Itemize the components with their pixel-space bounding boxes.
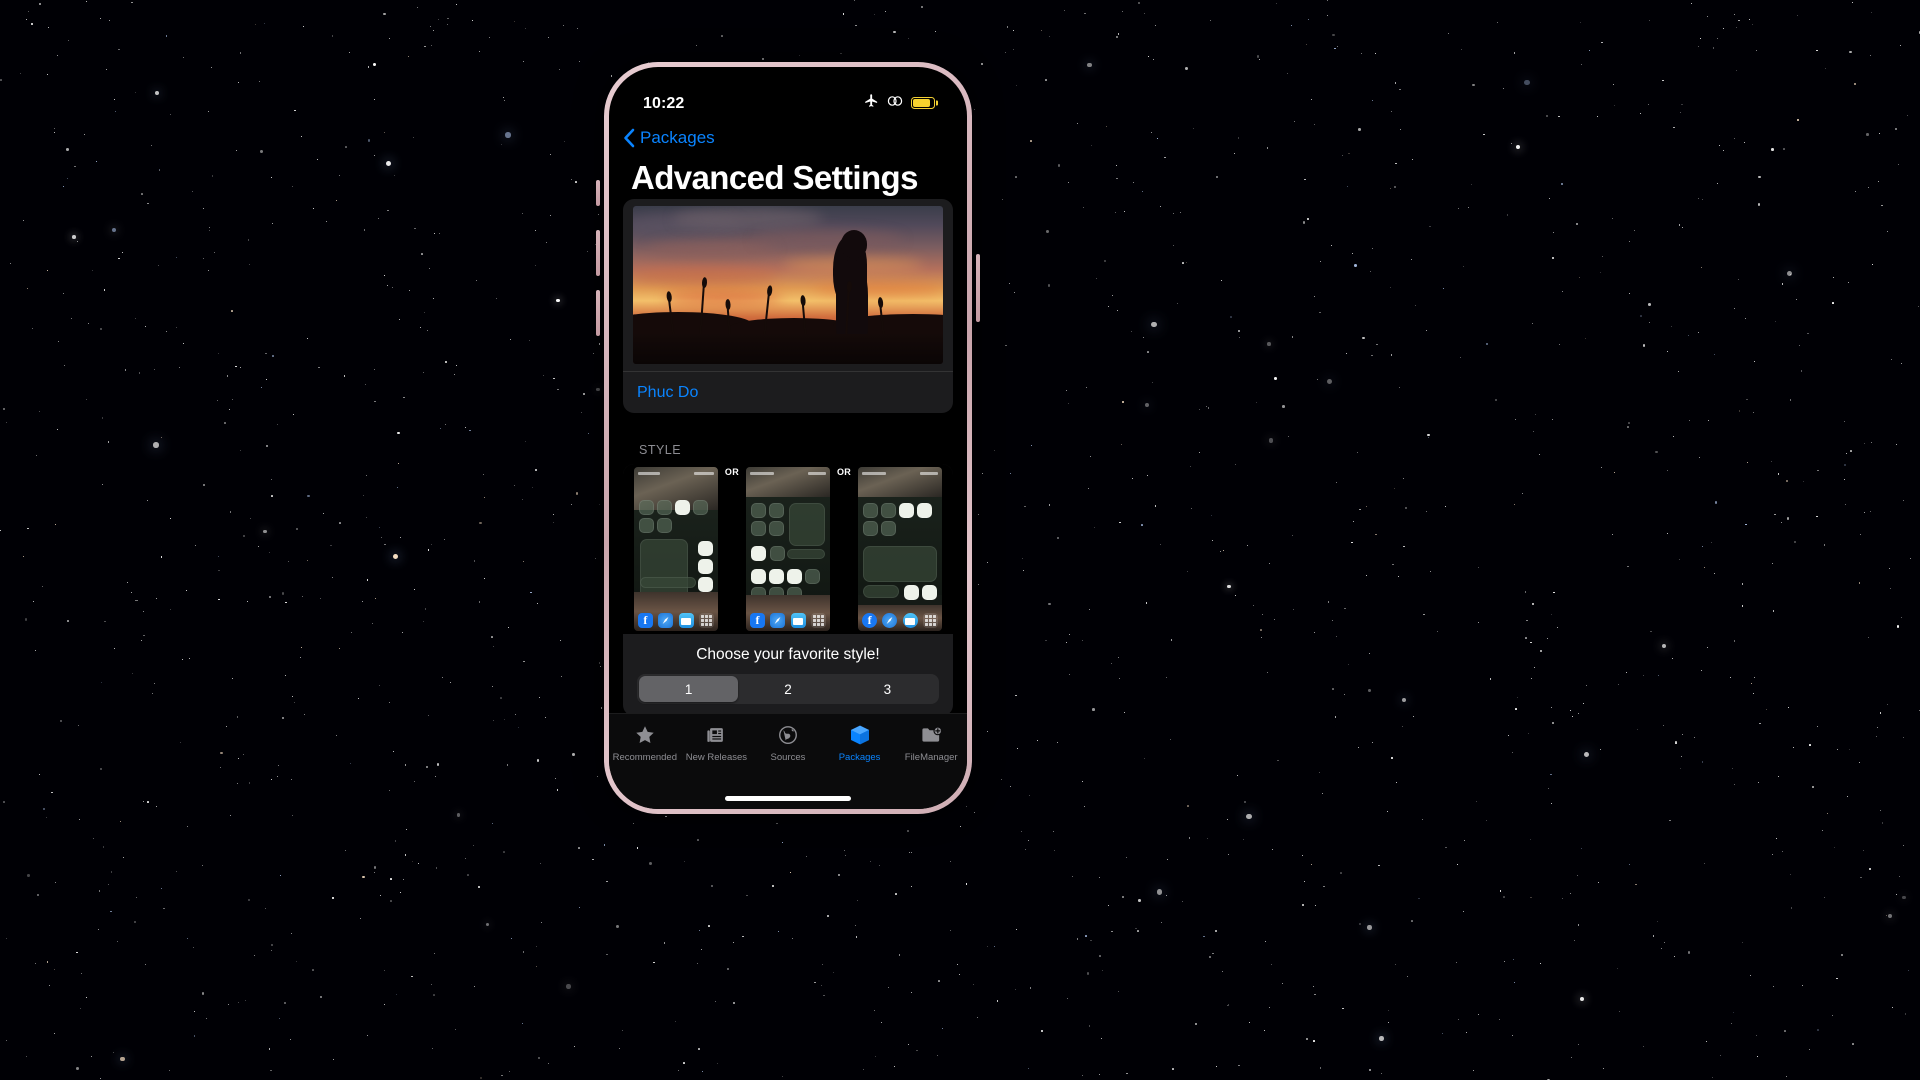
airplane-mode-icon [864,93,879,113]
tab-recommended[interactable]: Recommended [609,722,681,809]
tab-label: Packages [838,752,881,763]
volume-up-button[interactable] [596,230,600,276]
style-preview-3[interactable] [858,467,943,631]
status-bar: 10:22 [609,67,967,119]
tab-filemanager[interactable]: FileManager [895,722,967,809]
battery-nub [935,100,938,106]
news-icon [705,722,727,748]
status-time: 10:22 [643,95,685,112]
iphone-device: 10:22 Packages Advanced Settings Phuc Do… [596,62,980,814]
tab-label: New Releases [685,752,748,763]
status-icons-group [864,93,938,113]
battery-fill [913,99,931,107]
style-section-header: STYLE [639,443,682,457]
package-icon [848,722,872,748]
style-card: OR [623,464,953,713]
tab-label: Recommended [612,752,677,763]
home-indicator [725,796,851,801]
battery-icon [911,97,938,109]
style-preview-1[interactable] [633,467,718,631]
banner-ground [633,334,943,364]
style-preview-2[interactable] [746,467,830,631]
segment-option-2[interactable]: 2 [738,676,837,702]
volume-down-button[interactable] [596,290,600,336]
package-banner-image [633,206,943,364]
or-separator-1: OR [724,467,739,477]
silent-switch[interactable] [596,180,600,206]
phone-screen: 10:22 Packages Advanced Settings Phuc Do… [609,67,967,809]
style-prompt-text: Choose your favorite style! [696,646,880,663]
package-author-row[interactable]: Phuc Do [623,371,953,413]
link-icon [887,94,903,113]
package-author-name[interactable]: Phuc Do [637,384,698,402]
banner-silhouette [827,230,881,344]
chevron-left-icon[interactable] [623,128,635,148]
package-card[interactable]: Phuc Do [623,199,953,413]
segment-option-1[interactable]: 1 [639,676,739,702]
style-previews-row: OR [623,464,953,634]
or-separator-2: OR [837,467,852,477]
style-segmented-control[interactable]: 1 2 3 [637,674,939,704]
power-button[interactable] [976,254,980,322]
settings-scroll-content[interactable]: Phuc Do STYLE f OR f OR f Choose your fa… [609,199,967,713]
back-button-label[interactable]: Packages [640,128,715,148]
navigation-bar[interactable]: Packages [609,119,967,157]
tab-label: FileManager [904,752,958,763]
folder-plus-icon [920,722,943,748]
star-icon [634,722,656,748]
globe-icon [777,722,799,748]
segment-option-3[interactable]: 3 [838,676,937,702]
tab-bar[interactable]: Recommended New Releases Sources Package… [609,713,967,809]
page-title: Advanced Settings [631,159,918,196]
tab-label: Sources [770,752,806,763]
